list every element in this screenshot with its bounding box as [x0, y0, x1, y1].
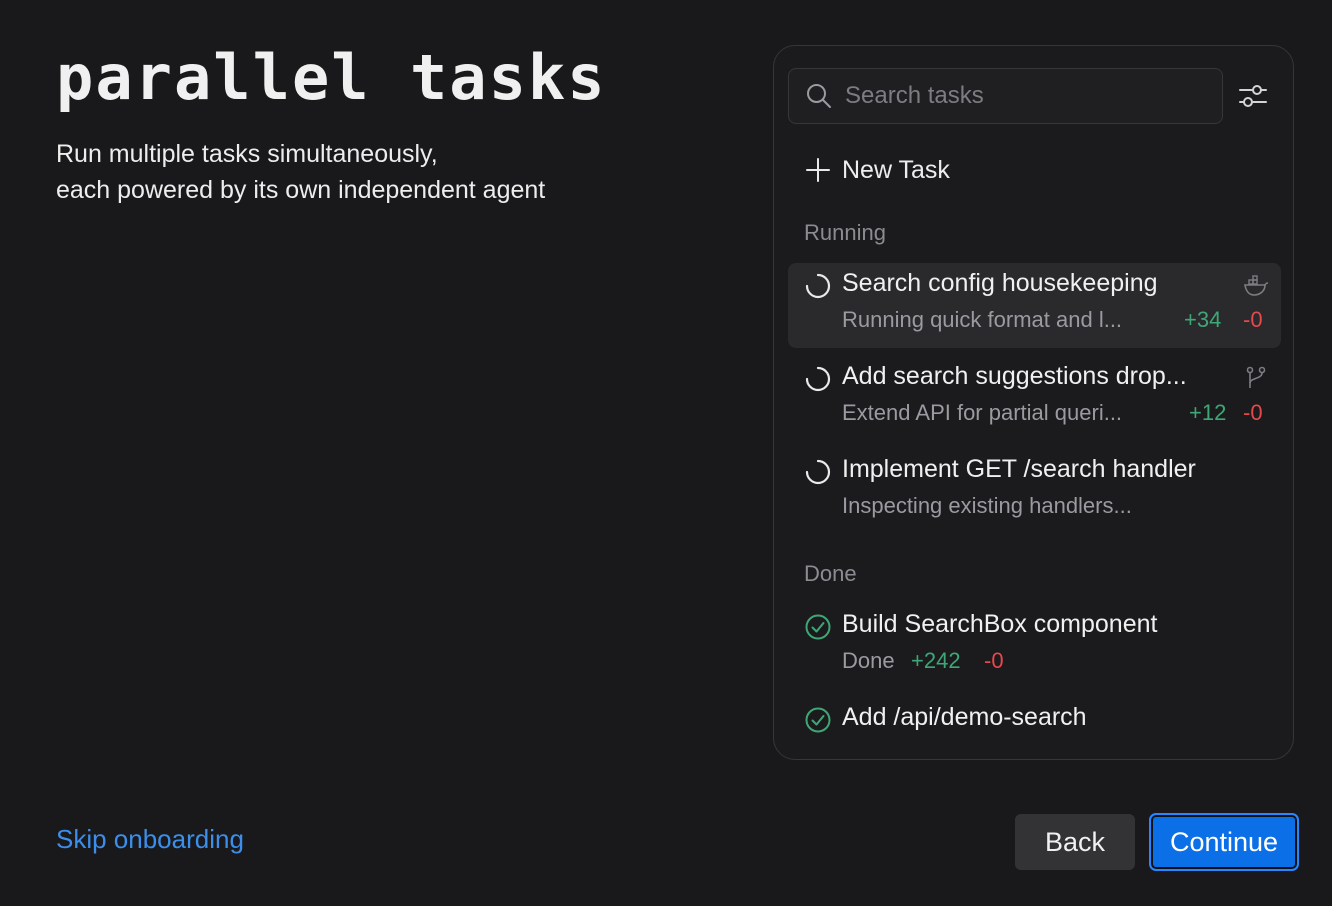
- task-subtitle: Running quick format and l...: [842, 307, 1123, 332]
- task-title: Add /api/demo-search: [842, 703, 1087, 731]
- spinner-icon: [805, 459, 831, 485]
- check-circle-icon: [805, 707, 831, 733]
- task-deletions: -0: [984, 648, 1004, 673]
- continue-button[interactable]: Continue: [1149, 813, 1299, 871]
- task-additions: +242: [911, 648, 961, 673]
- task-title: Search config housekeeping: [842, 269, 1158, 297]
- plus-icon: [806, 158, 830, 182]
- spinner-icon: [805, 273, 831, 299]
- search-box[interactable]: [788, 68, 1223, 124]
- task-title: Add search suggestions drop...: [842, 362, 1187, 390]
- task-additions: +12: [1189, 400, 1227, 425]
- task-item[interactable]: Add search suggestions drop... Extend AP…: [788, 356, 1281, 441]
- section-label-running: Running: [804, 220, 886, 245]
- task-item[interactable]: Add /api/demo-search: [788, 697, 1281, 759]
- task-subtitle: Done: [842, 648, 895, 673]
- task-item[interactable]: Build SearchBox component Done +242 -0: [788, 604, 1281, 689]
- search-input[interactable]: [845, 69, 1215, 122]
- filter-button[interactable]: [1236, 80, 1270, 112]
- task-subtitle: Extend API for partial queri...: [842, 400, 1123, 425]
- task-title: Implement GET /search handler: [842, 455, 1196, 483]
- check-circle-icon: [805, 614, 831, 640]
- branch-icon: [1246, 366, 1266, 388]
- task-item[interactable]: Search config housekeeping Running quick…: [788, 263, 1281, 348]
- task-additions: +34: [1184, 307, 1222, 332]
- onboarding-page: parallel tasks Run multiple tasks simult…: [0, 0, 1332, 906]
- search-icon: [807, 84, 831, 108]
- skip-onboarding-link[interactable]: Skip onboarding: [56, 824, 244, 855]
- docker-icon: [1244, 275, 1269, 296]
- subtitle-line-1: Run multiple tasks simultaneously,: [56, 140, 438, 168]
- task-item[interactable]: Implement GET /search handler Inspecting…: [788, 449, 1281, 534]
- sliders-icon: [1239, 85, 1267, 107]
- new-task-button[interactable]: New Task: [804, 152, 950, 188]
- spinner-icon: [805, 366, 831, 392]
- task-subtitle: Inspecting existing handlers...: [842, 493, 1132, 518]
- task-deletions: -0: [1243, 307, 1263, 332]
- subtitle-line-2: each powered by its own independent agen…: [56, 176, 546, 204]
- task-title: Build SearchBox component: [842, 610, 1158, 638]
- page-subtitle: Run multiple tasks simultaneously, each …: [56, 136, 545, 208]
- page-title: parallel tasks: [56, 41, 607, 114]
- task-panel: New Task Running Search config housekeep…: [773, 45, 1294, 760]
- back-button[interactable]: Back: [1015, 814, 1135, 870]
- section-label-done: Done: [804, 561, 857, 586]
- new-task-label: New Task: [842, 155, 950, 184]
- task-deletions: -0: [1243, 400, 1263, 425]
